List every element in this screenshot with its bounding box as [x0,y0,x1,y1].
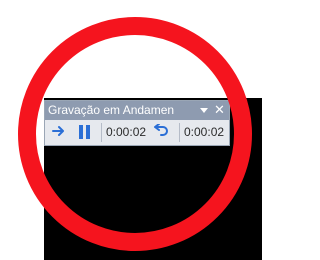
slide-time-readout: 0:00:02 [106,125,147,139]
close-icon[interactable]: ✕ [214,102,225,118]
undo-arrow-icon[interactable] [153,124,169,138]
recording-toolbar: Gravação em Andamen ✕ 0:00:02 0:00:02 [44,100,230,146]
next-arrow-icon[interactable] [52,124,66,138]
dropdown-arrow-icon[interactable] [200,108,208,113]
separator [101,123,102,142]
total-time-readout: 0:00:02 [184,125,225,139]
toolbar-title: Gravação em Andamen [48,103,175,117]
screen: Gravação em Andamen ✕ 0:00:02 0:00:02 [0,0,262,260]
toolbar-controls: 0:00:02 0:00:02 [45,120,229,145]
toolbar-titlebar[interactable]: Gravação em Andamen ✕ [45,101,229,120]
pause-icon[interactable] [78,124,92,140]
separator [179,123,180,142]
